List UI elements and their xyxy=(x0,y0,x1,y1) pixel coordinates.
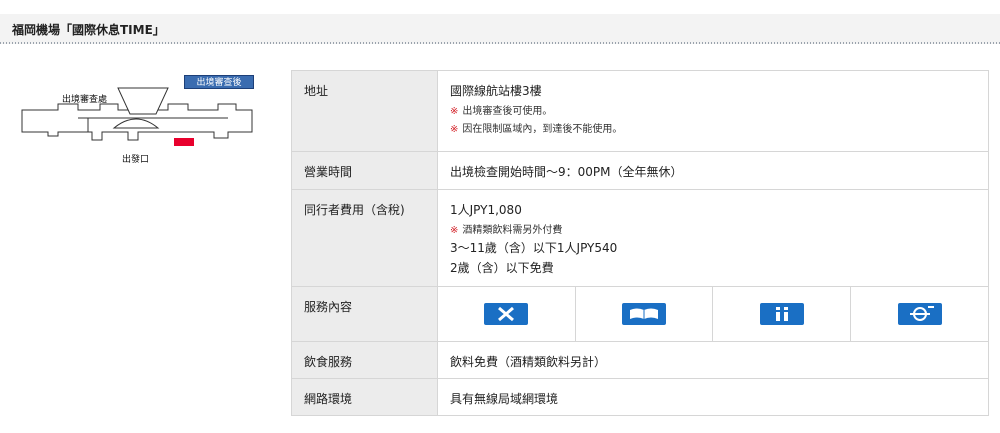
address-value: 國際線航站樓3樓 ※ 出境審查後可使用。 ※ 因在限制區域內，到達後不能使用。 xyxy=(437,70,989,152)
page-title: 福岡機場「國際休息TIME」 xyxy=(12,23,165,37)
service-cell xyxy=(712,286,852,342)
row-label: 服務內容 xyxy=(291,286,438,342)
note-text: 出境審查後可使用。 xyxy=(462,106,553,117)
row-label: 營業時間 xyxy=(291,151,438,190)
magazine-icon xyxy=(622,303,667,325)
no-smoking-icon xyxy=(484,303,529,325)
lounge-info-table: 地址 國際線航站樓3樓 ※ 出境審查後可使用。 ※ 因在限制區域內，到達後不能使用。… xyxy=(291,70,989,416)
fee-infant: 2歲（含）以下免費 xyxy=(450,261,554,275)
row-label: 網路環境 xyxy=(291,378,438,416)
information-icon xyxy=(759,303,804,325)
terminal-map: 出境審查後 出境審查處 出發口 xyxy=(18,74,258,165)
fee-child: 3〜11歲（含）以下1人JPY540 xyxy=(450,241,618,255)
row-label: 同行者費用（含稅) xyxy=(291,189,438,287)
table-row: 服務內容 xyxy=(291,286,989,342)
note-item: ※ 出境審查後可使用。 xyxy=(450,102,978,117)
departure-gate-label: 出發口 xyxy=(122,155,150,165)
note-mark-icon: ※ xyxy=(450,225,459,236)
table-row: 網路環境 具有無線局域網環境 xyxy=(291,378,989,416)
table-row: 飲食服務 飲料免費（酒精類飲料另計） xyxy=(291,341,989,379)
wifi-icon xyxy=(897,303,942,325)
page-header: 福岡機場「國際休息TIME」 xyxy=(0,14,1000,44)
note-mark-icon: ※ xyxy=(450,106,459,117)
service-cell xyxy=(574,286,714,342)
table-row: 營業時間 出境檢查開始時間〜9：00PM（全年無休） xyxy=(291,151,989,190)
row-label: 飲食服務 xyxy=(291,341,438,379)
header-divider xyxy=(0,42,1000,44)
internet-value: 具有無線局域網環境 xyxy=(437,378,989,416)
service-cell xyxy=(850,286,989,342)
note-text: 因在限制區域內，到達後不能使用。 xyxy=(462,124,623,135)
food-value: 飲料免費（酒精類飲料另計） xyxy=(437,341,989,379)
lounge-location-marker xyxy=(174,138,194,146)
note-mark-icon: ※ xyxy=(450,124,459,135)
note-text: 酒精類飲料需另外付費 xyxy=(462,225,563,236)
address-text: 國際線航站樓3樓 xyxy=(450,84,542,98)
row-label: 地址 xyxy=(291,70,438,152)
service-cell xyxy=(437,286,576,342)
table-row: 地址 國際線航站樓3樓 ※ 出境審查後可使用。 ※ 因在限制區域內，到達後不能使用。 xyxy=(291,70,989,152)
hours-value: 出境檢查開始時間〜9：00PM（全年無休） xyxy=(437,151,989,190)
fee-value: 1人JPY1,080 ※ 酒精類飲料需另外付費 3〜11歲（含）以下1人JPY54… xyxy=(437,189,989,287)
fee-text: 1人JPY1,080 xyxy=(450,203,522,217)
immigration-label: 出境審查處 xyxy=(62,95,108,105)
note-item: ※ 因在限制區域內，到達後不能使用。 xyxy=(450,120,978,135)
after-immigration-tag: 出境審查後 xyxy=(184,75,254,89)
table-row: 同行者費用（含稅) 1人JPY1,080 ※ 酒精類飲料需另外付費 3〜11歲（含… xyxy=(291,189,989,287)
note-item: ※ 酒精類飲料需另外付費 xyxy=(450,221,978,236)
